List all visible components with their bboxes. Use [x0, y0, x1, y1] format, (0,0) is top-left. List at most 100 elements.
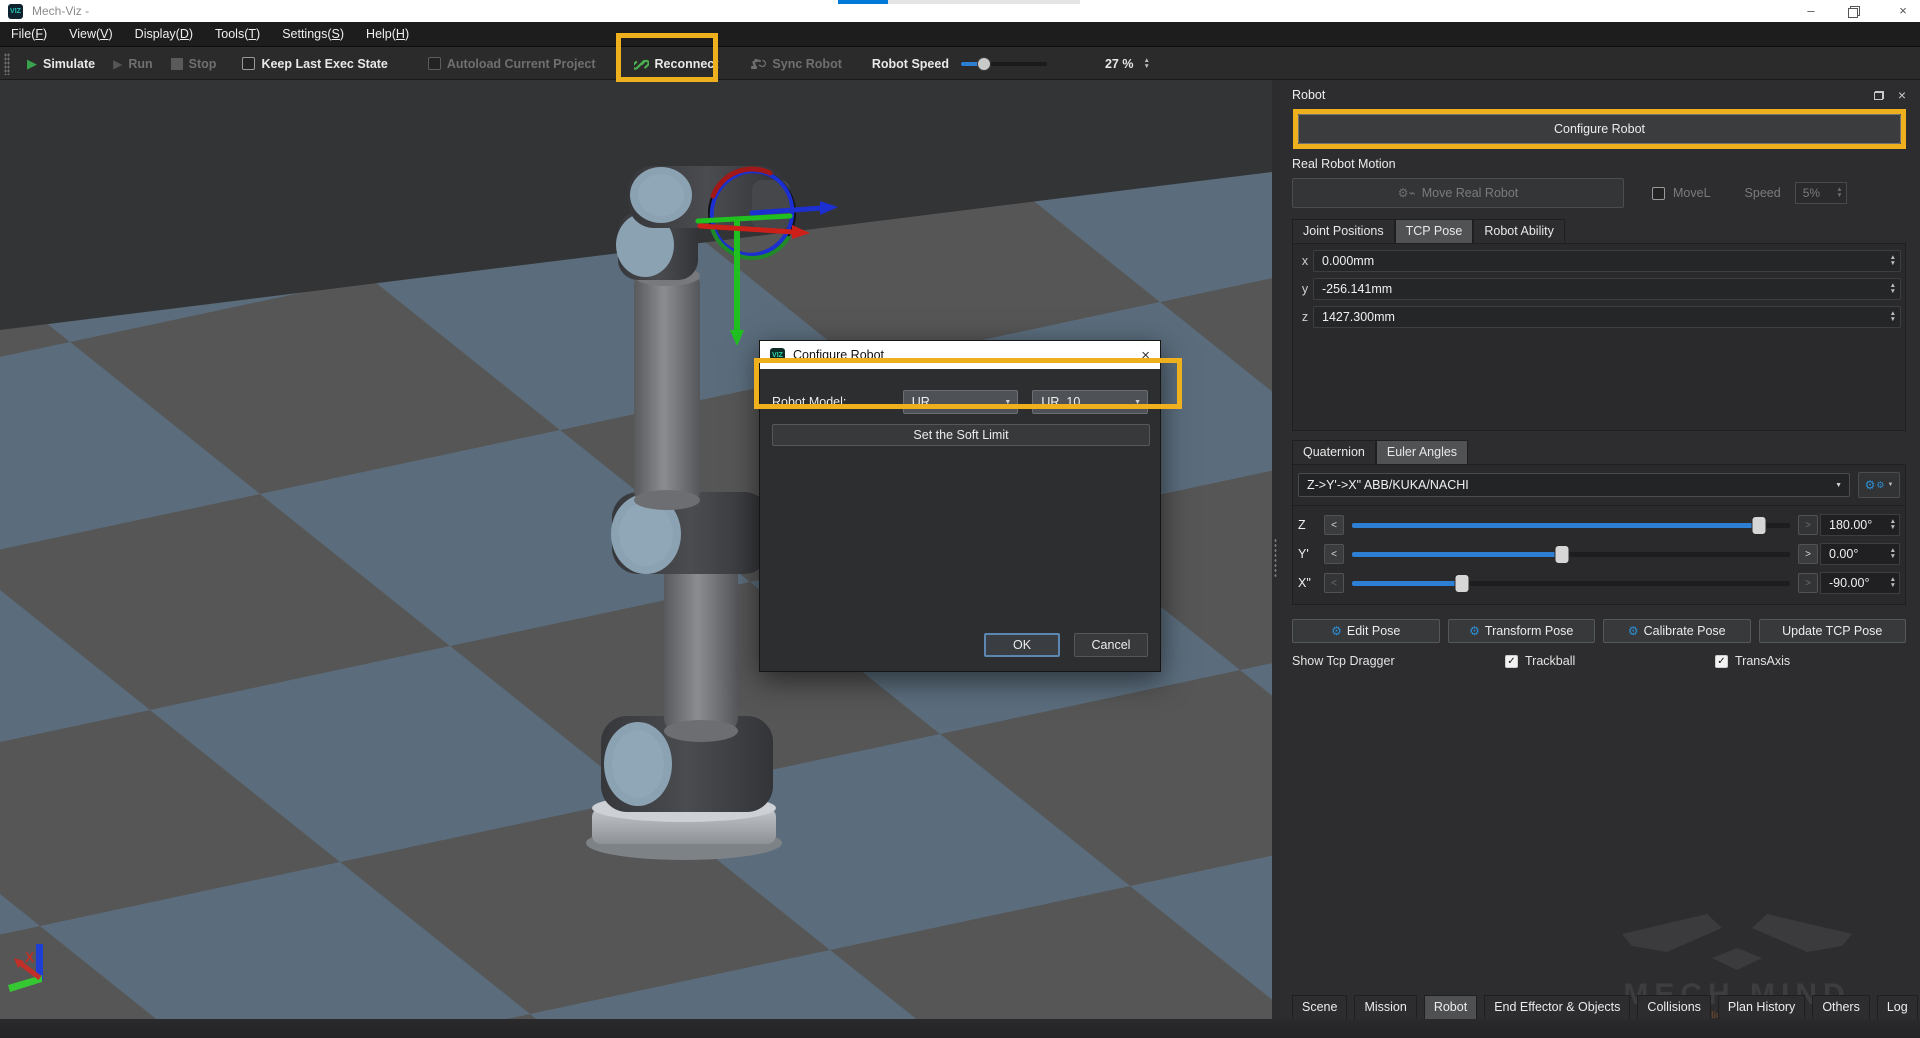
tab-mission[interactable]: Mission	[1354, 995, 1416, 1019]
set-soft-limit-button[interactable]: Set the Soft Limit	[772, 424, 1150, 446]
update-tcp-pose-button[interactable]: Update TCP Pose	[1759, 619, 1907, 643]
x-increment-button[interactable]: >	[1798, 573, 1818, 593]
tab-end-effector-objects[interactable]: End Effector & Objects	[1484, 995, 1630, 1019]
run-button[interactable]: ▶ Run	[104, 50, 162, 78]
z-angle-spinbox[interactable]: 180.00° ▲▼	[1820, 514, 1900, 536]
float-panel-icon[interactable]	[1874, 91, 1884, 100]
progress-strip-gray	[888, 0, 1080, 4]
slider-handle[interactable]	[1454, 574, 1469, 593]
mech-viz-window: VIZ Mech-Viz - – × File(F) View(V) Displ…	[0, 0, 1920, 1038]
app-logo-icon: VIZ	[770, 348, 785, 363]
tab-log[interactable]: Log	[1877, 995, 1918, 1019]
slider-handle[interactable]	[1555, 545, 1570, 564]
slider-handle[interactable]	[1752, 516, 1767, 535]
splitter-handle[interactable]	[1274, 538, 1277, 578]
menu-tools[interactable]: Tools(T)	[204, 22, 271, 47]
robot-speed-control: Robot Speed 27 % ▲▼	[863, 50, 1159, 78]
robot-speed-slider[interactable]	[961, 62, 1047, 66]
transaxis-checkbox[interactable]: ✓	[1715, 655, 1728, 668]
link-icon	[634, 57, 649, 71]
keep-last-exec-checkbox[interactable]: Keep Last Exec State	[233, 50, 396, 78]
menu-bar: File(F) View(V) Display(D) Tools(T) Sett…	[0, 22, 1920, 47]
x-rotation-slider[interactable]	[1352, 581, 1790, 586]
robot-model-dropdown[interactable]: UR_10 ▼	[1032, 390, 1148, 414]
calibrate-pose-button[interactable]: ⚙ Calibrate Pose	[1603, 619, 1751, 643]
restore-button[interactable]	[1848, 6, 1866, 16]
y-label: y	[1297, 282, 1313, 296]
stop-button[interactable]: Stop	[162, 50, 226, 78]
show-tcp-dragger-label: Show Tcp Dragger	[1292, 654, 1505, 668]
toolbar-grip-handle[interactable]	[4, 53, 10, 75]
tab-quaternion[interactable]: Quaternion	[1292, 440, 1376, 464]
x-input[interactable]: 0.000mm ▲▼	[1313, 250, 1901, 272]
tab-scene[interactable]: Scene	[1292, 995, 1347, 1019]
slider-knob[interactable]	[977, 57, 991, 71]
z-input[interactable]: 1427.300mm ▲▼	[1313, 306, 1901, 328]
movel-checkbox[interactable]	[1652, 187, 1665, 200]
panel-splitter[interactable]	[1272, 80, 1279, 1038]
x-decrement-button[interactable]: <	[1324, 573, 1344, 593]
tab-joint-positions[interactable]: Joint Positions	[1292, 219, 1395, 243]
dialog-close-button[interactable]: ×	[1141, 347, 1150, 364]
speed-spinner[interactable]: ▲▼	[1143, 58, 1149, 70]
euler-convention-dropdown[interactable]: Z->Y'->X" ABB/KUKA/NACHI ▼	[1298, 473, 1850, 497]
autoload-project-checkbox[interactable]: Autoload Current Project	[419, 50, 605, 78]
euler-settings-button[interactable]: ⚙ ⚙ ▼	[1858, 472, 1900, 498]
z-increment-button[interactable]: >	[1798, 515, 1818, 535]
play-icon: ▶	[27, 56, 37, 72]
menu-display[interactable]: Display(D)	[124, 22, 204, 47]
tab-euler-angles[interactable]: Euler Angles	[1376, 440, 1468, 464]
tab-robot[interactable]: Robot	[1424, 995, 1477, 1019]
close-button[interactable]: ×	[1894, 0, 1912, 22]
menu-settings[interactable]: Settings(S)	[271, 22, 355, 47]
configure-robot-button[interactable]: Configure Robot	[1298, 114, 1901, 144]
tab-collisions[interactable]: Collisions	[1637, 995, 1711, 1019]
robot-brand-dropdown[interactable]: UR ▼	[903, 390, 1019, 414]
slider-fill	[1352, 523, 1759, 528]
simulate-button[interactable]: ▶ Simulate	[18, 50, 104, 78]
gear-icon: ⚙	[1469, 624, 1480, 638]
tool-bar: ▶ Simulate ▶ Run Stop Keep Last Exec Sta…	[0, 48, 1920, 80]
minimize-button[interactable]: –	[1802, 0, 1820, 22]
tcp-pose-fields: x 0.000mm ▲▼ y -256.141mm ▲▼ z 1427.300m…	[1292, 243, 1906, 431]
highlight-box-configure: Configure Robot	[1293, 109, 1906, 149]
sync-robot-button[interactable]: Sync Robot	[741, 50, 850, 78]
chevron-down-icon: ▼	[1887, 482, 1893, 488]
y-angle-spinbox[interactable]: 0.00° ▲▼	[1820, 543, 1900, 565]
stop-icon	[171, 58, 183, 70]
ok-button[interactable]: OK	[984, 633, 1060, 657]
menu-help[interactable]: Help(H)	[355, 22, 420, 47]
z-decrement-button[interactable]: <	[1324, 515, 1344, 535]
bottom-status-strip	[0, 1019, 1920, 1038]
run-icon: ▶	[113, 57, 122, 71]
panel-title: Robot	[1292, 88, 1325, 102]
y-input[interactable]: -256.141mm ▲▼	[1313, 278, 1901, 300]
y-rotation-slider[interactable]	[1352, 552, 1790, 557]
chevron-down-icon: ▼	[1835, 482, 1842, 489]
real-speed-spinbox[interactable]: 5% ▲▼	[1795, 182, 1847, 204]
x-angle-spinbox[interactable]: -90.00° ▲▼	[1820, 572, 1900, 594]
move-real-robot-button[interactable]: ⚙⌁ Move Real Robot	[1292, 178, 1624, 208]
menu-file[interactable]: File(F)	[0, 22, 58, 47]
panel-bottom-tabs: Scene Mission Robot End Effector & Objec…	[1292, 995, 1918, 1019]
gear-icon: ⚙	[1331, 624, 1342, 638]
tab-others[interactable]: Others	[1812, 995, 1870, 1019]
trackball-checkbox[interactable]: ✓	[1505, 655, 1518, 668]
close-panel-icon[interactable]: ×	[1898, 87, 1906, 103]
menu-view[interactable]: View(V)	[58, 22, 124, 47]
y-increment-button[interactable]: >	[1798, 544, 1818, 564]
trackball-label: Trackball	[1525, 654, 1575, 668]
app-logo-icon: VIZ	[8, 4, 23, 19]
y-decrement-button[interactable]: <	[1324, 544, 1344, 564]
transform-pose-button[interactable]: ⚙ Transform Pose	[1448, 619, 1596, 643]
tab-robot-ability[interactable]: Robot Ability	[1473, 219, 1564, 243]
gear-icon: ⚙	[1628, 624, 1639, 638]
tab-plan-history[interactable]: Plan History	[1718, 995, 1805, 1019]
tab-tcp-pose[interactable]: TCP Pose	[1395, 219, 1474, 243]
cancel-button[interactable]: Cancel	[1074, 633, 1148, 657]
edit-pose-button[interactable]: ⚙ Edit Pose	[1292, 619, 1440, 643]
configure-robot-dialog: VIZ Configure Robot × Robot Model: UR ▼ …	[759, 340, 1161, 672]
reconnect-button[interactable]: Reconnect	[625, 50, 728, 78]
z-rotation-slider[interactable]	[1352, 523, 1790, 528]
svg-text:X: X	[25, 949, 35, 965]
